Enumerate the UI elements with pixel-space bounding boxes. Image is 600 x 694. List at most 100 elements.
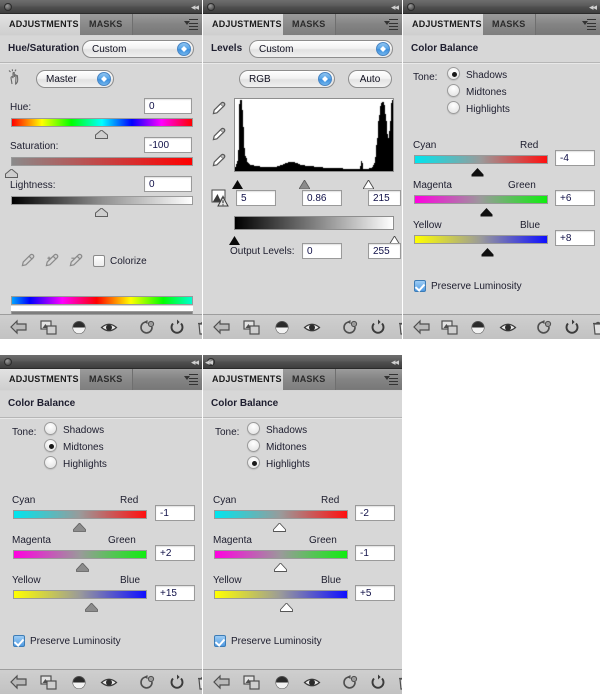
magenta-green-value[interactable]: -1	[355, 545, 395, 561]
collapse-chevrons-icon[interactable]: ◂◂	[589, 1, 597, 13]
eyedropper-subtract-icon[interactable]	[68, 252, 84, 268]
return-to-adjustment-list-icon[interactable]	[213, 319, 231, 336]
panel-menu-icon[interactable]	[384, 374, 398, 385]
tab-masks[interactable]: MASKS	[283, 369, 336, 390]
clip-to-layer-icon[interactable]	[243, 319, 261, 336]
cyan-red-slider-track[interactable]	[214, 510, 348, 519]
clip-to-layer-icon[interactable]	[441, 319, 459, 336]
panel-titlebar[interactable]: ◂◂	[203, 0, 402, 14]
delete-adjustment-layer-icon[interactable]	[395, 674, 402, 691]
expand-chevrons-icon[interactable]: ◂◂	[205, 356, 213, 368]
panel-menu-icon[interactable]	[184, 19, 198, 30]
reset-adjustment-icon[interactable]	[168, 674, 186, 691]
tone-radio-shadows[interactable]	[44, 422, 57, 435]
colorize-checkbox[interactable]	[93, 255, 105, 267]
toggle-layer-mask-icon[interactable]	[273, 674, 291, 691]
reset-adjustment-icon[interactable]	[369, 674, 387, 691]
yellow-blue-slider-track[interactable]	[214, 590, 348, 599]
tone-radio-shadows[interactable]	[447, 67, 460, 80]
reset-adjustment-icon[interactable]	[563, 319, 581, 336]
lightness-value[interactable]: 0	[144, 176, 192, 192]
delete-adjustment-layer-icon[interactable]	[194, 674, 202, 691]
tone-radio-highlights[interactable]	[247, 456, 260, 469]
tab-adjustments[interactable]: ADJUSTMENTS	[0, 14, 89, 35]
channel-select[interactable]: Master	[36, 70, 114, 88]
clip-to-layer-icon[interactable]	[40, 674, 58, 691]
tone-radio-midtones[interactable]	[247, 439, 260, 452]
output-levels-ramp[interactable]	[234, 216, 394, 230]
tone-radio-shadows[interactable]	[247, 422, 260, 435]
auto-button[interactable]: Auto	[348, 70, 392, 88]
tone-radio-midtones[interactable]	[44, 439, 57, 452]
yellow-blue-slider-track[interactable]	[414, 235, 548, 244]
input-gamma-value[interactable]: 0.86	[302, 190, 342, 206]
tab-adjustments[interactable]: ADJUSTMENTS	[203, 369, 292, 390]
lightness-slider-handle[interactable]	[95, 204, 108, 217]
collapse-chevrons-icon[interactable]: ◂◂	[191, 1, 199, 13]
panel-titlebar[interactable]: ◂◂	[403, 0, 600, 14]
preserve-luminosity-checkbox[interactable]	[214, 635, 226, 647]
delete-adjustment-layer-icon[interactable]	[589, 319, 600, 336]
set-black-point-eyedropper-icon[interactable]	[211, 100, 227, 116]
reset-adjustment-icon[interactable]	[369, 319, 387, 336]
tab-masks[interactable]: MASKS	[483, 14, 536, 35]
return-to-adjustment-list-icon[interactable]	[413, 319, 431, 336]
magenta-green-value[interactable]: +6	[555, 190, 595, 206]
input-black-value[interactable]: 5	[236, 190, 276, 206]
clip-to-layer-icon[interactable]	[40, 319, 58, 336]
channel-select[interactable]: RGB	[239, 70, 335, 88]
toggle-layer-mask-icon[interactable]	[469, 319, 487, 336]
output-black-value[interactable]: 0	[302, 243, 342, 259]
hue-value[interactable]: 0	[144, 98, 192, 114]
cyan-red-slider-track[interactable]	[13, 510, 147, 519]
clip-to-layer-icon[interactable]	[243, 674, 261, 691]
view-previous-state-icon[interactable]	[138, 319, 156, 336]
preset-select[interactable]: Custom	[82, 40, 194, 58]
clipping-warning-icon[interactable]	[211, 188, 231, 208]
saturation-slider-handle[interactable]	[5, 165, 18, 178]
levels-histogram[interactable]	[234, 98, 394, 172]
view-previous-state-icon[interactable]	[535, 319, 553, 336]
yellow-blue-slider-track[interactable]	[13, 590, 147, 599]
reset-adjustment-icon[interactable]	[168, 319, 186, 336]
panel-titlebar[interactable]: ◂◂	[0, 0, 202, 14]
toggle-layer-mask-icon[interactable]	[273, 319, 291, 336]
panel-titlebar[interactable]: ◂◂	[0, 355, 202, 369]
tab-masks[interactable]: MASKS	[283, 14, 336, 35]
saturation-slider-track[interactable]	[11, 157, 193, 166]
toggle-layer-visibility-icon[interactable]	[499, 319, 517, 336]
magenta-green-slider-track[interactable]	[414, 195, 548, 204]
toggle-layer-visibility-icon[interactable]	[303, 674, 321, 691]
return-to-adjustment-list-icon[interactable]	[213, 674, 231, 691]
tone-radio-highlights[interactable]	[447, 101, 460, 114]
toggle-layer-visibility-icon[interactable]	[100, 674, 118, 691]
collapse-chevrons-icon[interactable]: ◂◂	[391, 356, 399, 368]
hue-slider-handle[interactable]	[95, 126, 108, 139]
toggle-layer-visibility-icon[interactable]	[303, 319, 321, 336]
eyedropper-icon[interactable]	[20, 252, 36, 268]
panel-menu-icon[interactable]	[582, 19, 596, 30]
toggle-layer-mask-icon[interactable]	[70, 319, 88, 336]
yellow-blue-value[interactable]: +8	[555, 230, 595, 246]
yellow-blue-value[interactable]: +5	[355, 585, 395, 601]
magenta-green-slider-track[interactable]	[13, 550, 147, 559]
preserve-luminosity-checkbox[interactable]	[414, 280, 426, 292]
panel-close-dot-icon[interactable]	[207, 3, 215, 11]
cyan-red-value[interactable]: -4	[555, 150, 595, 166]
tab-masks[interactable]: MASKS	[80, 369, 133, 390]
panel-close-dot-icon[interactable]	[4, 3, 12, 11]
panel-close-dot-icon[interactable]	[4, 358, 12, 366]
panel-close-dot-icon[interactable]	[407, 3, 415, 11]
yellow-blue-value[interactable]: +15	[155, 585, 195, 601]
preserve-luminosity-checkbox[interactable]	[13, 635, 25, 647]
collapse-chevrons-icon[interactable]: ◂◂	[191, 356, 199, 368]
view-previous-state-icon[interactable]	[341, 319, 359, 336]
magenta-green-slider-track[interactable]	[214, 550, 348, 559]
tone-radio-midtones[interactable]	[447, 84, 460, 97]
toggle-layer-mask-icon[interactable]	[70, 674, 88, 691]
set-gray-point-eyedropper-icon[interactable]	[211, 126, 227, 142]
cyan-red-slider-track[interactable]	[414, 155, 548, 164]
tab-adjustments[interactable]: ADJUSTMENTS	[403, 14, 492, 35]
tone-radio-highlights[interactable]	[44, 456, 57, 469]
return-to-adjustment-list-icon[interactable]	[10, 674, 28, 691]
